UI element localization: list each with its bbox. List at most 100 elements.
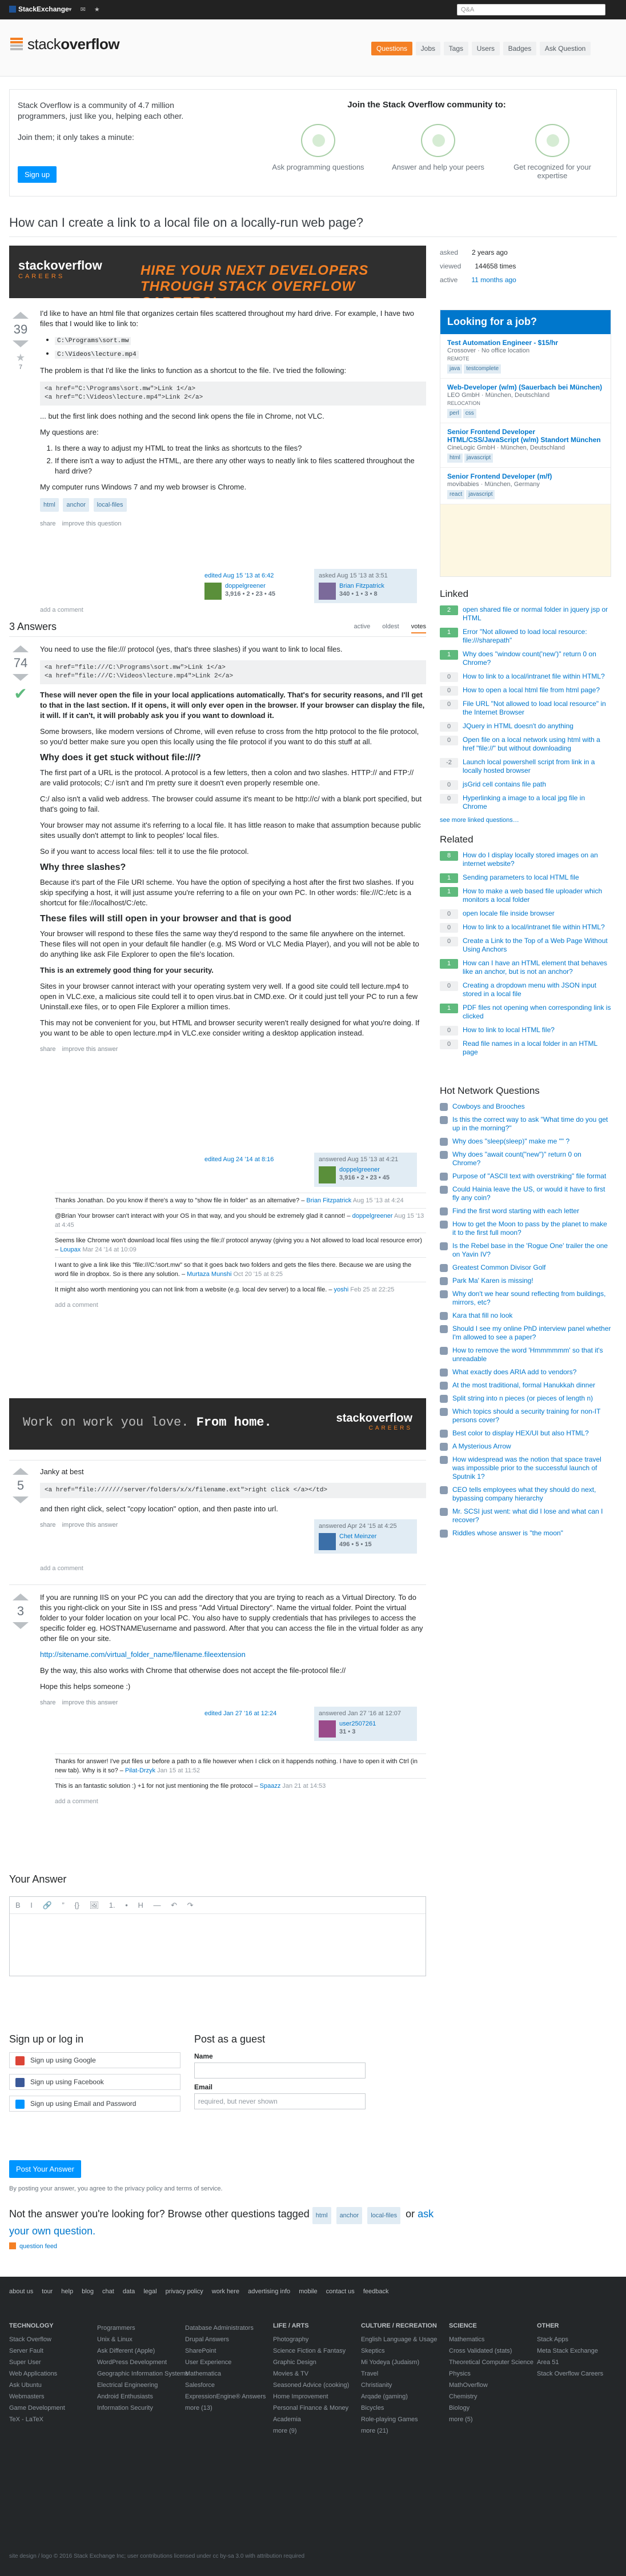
footer-site-link[interactable]: English Language & Usage [361, 2334, 458, 2345]
related-question[interactable]: Create a Link to the Top of a Web Page W… [463, 937, 608, 953]
linked-question[interactable]: jsGrid cell contains file path [463, 780, 546, 788]
footer-link[interactable]: tour [42, 2288, 53, 2295]
footer-link[interactable]: mobile [299, 2288, 317, 2295]
footer-site-link[interactable]: Chemistry [449, 2391, 546, 2402]
comment-user[interactable]: Pilat-Drzyk [125, 1767, 155, 1774]
hot-question-title[interactable]: A Mysterious Arrow [452, 1442, 511, 1450]
hot-question[interactable]: Cowboys and Brooches [440, 1102, 611, 1111]
footer-site-link[interactable]: Bicycles [361, 2402, 458, 2414]
linked-question[interactable]: Hyperlinking a image to a local jpg file… [463, 794, 585, 810]
upvote-icon[interactable] [13, 1468, 29, 1475]
question-feed-link[interactable]: question feed [9, 2242, 57, 2250]
tab-active[interactable]: active [354, 623, 370, 630]
footer-site-link[interactable]: Programmers [97, 2322, 194, 2334]
footer-site-link[interactable]: Cross Validated (stats) [449, 2345, 546, 2357]
name-field[interactable] [194, 2063, 366, 2079]
quote-icon[interactable]: ” [62, 1901, 64, 1909]
tag-html[interactable]: html [312, 2207, 331, 2224]
code-icon[interactable]: {} [74, 1901, 79, 1909]
add-comment-link[interactable]: add a comment [40, 1565, 83, 1572]
job-tag[interactable]: java [447, 364, 463, 374]
avatar[interactable] [319, 1533, 336, 1550]
improve-link[interactable]: improve this answer [62, 1046, 118, 1053]
link-icon[interactable]: 🔗 [43, 1901, 52, 1909]
downvote-icon[interactable] [13, 1622, 29, 1629]
footer-site-link[interactable]: Server Fault [9, 2345, 106, 2357]
see-more-linked[interactable]: see more linked questions… [440, 816, 611, 825]
add-comment-link[interactable]: add a comment [40, 607, 83, 613]
footer-site-link[interactable]: Webmasters [9, 2391, 106, 2402]
hot-question[interactable]: Is this the correct way to ask "What tim… [440, 1116, 611, 1133]
related-item[interactable]: 0 Read file names in a local folder in an… [440, 1040, 611, 1057]
upvote-icon[interactable] [13, 1594, 29, 1600]
hot-question-title[interactable]: Riddles whose answer is "the moon" [452, 1529, 563, 1537]
question-title[interactable]: How can I create a link to a local file … [9, 215, 363, 230]
related-item[interactable]: 0 How to link to a local/intranet file wi… [440, 923, 611, 933]
footer-site-link[interactable]: SharePoint [185, 2345, 282, 2357]
virtual-folder-link[interactable]: http://sitename.com/virtual_folder_name/… [40, 1650, 246, 1659]
hot-question[interactable]: Which topics should a security training … [440, 1407, 611, 1425]
hot-question[interactable]: Split string into n pieces (or pieces of… [440, 1394, 611, 1403]
linked-item[interactable]: 0 How to link to a local/intranet file wi… [440, 672, 611, 682]
upvote-icon[interactable] [13, 645, 29, 652]
footer-site-link[interactable]: Physics [449, 2368, 546, 2380]
comment-user[interactable]: doppelgreener [352, 1213, 393, 1219]
signup-facebook-button[interactable]: Sign up using Facebook [9, 2074, 180, 2090]
related-question[interactable]: open locale file inside browser [463, 909, 555, 917]
email-field[interactable]: required, but never shown [194, 2093, 366, 2109]
footer-link[interactable]: blog [82, 2288, 94, 2295]
comment-user[interactable]: Brian Fitzpatrick [306, 1197, 351, 1204]
improve-link[interactable]: improve this question [62, 520, 122, 527]
footer-site-link[interactable]: Photography [273, 2334, 370, 2345]
footer-site-link[interactable]: Salesforce [185, 2380, 282, 2391]
related-item[interactable]: 1 How to make a web based file uploader w… [440, 887, 611, 904]
bullet-list-icon[interactable]: • [125, 1901, 128, 1909]
hot-question[interactable]: Purpose of "ASCII text with overstriking… [440, 1172, 611, 1181]
footer-site-link[interactable]: Database Administrators [185, 2322, 282, 2334]
share-link[interactable]: share [40, 1522, 56, 1528]
share-link[interactable]: share [40, 1699, 56, 1706]
hot-question-title[interactable]: Park Ma' Karen is missing! [452, 1277, 533, 1285]
nav-jobs[interactable]: Jobs [415, 42, 441, 55]
hot-question[interactable]: Park Ma' Karen is missing! [440, 1277, 611, 1285]
job-tag[interactable]: testcomplete [464, 364, 501, 374]
footer-site-link[interactable]: Mathematica [185, 2368, 282, 2380]
footer-link[interactable]: legal [143, 2288, 156, 2295]
footer-site-link[interactable]: Stack Overflow Careers [537, 2368, 617, 2380]
achievements-icon[interactable]: ★ [94, 6, 100, 13]
related-item[interactable]: 0 How to link to local HTML file? [440, 1026, 611, 1036]
avatar[interactable] [319, 1720, 336, 1738]
hot-question[interactable]: What exactly does ARIA add to vendors? [440, 1368, 611, 1377]
nav-questions[interactable]: Questions [371, 42, 413, 55]
footer-site-link[interactable]: more (21) [361, 2425, 458, 2437]
footer-site-link[interactable]: Drupal Answers [185, 2334, 282, 2345]
tag-anchor[interactable]: anchor [63, 498, 90, 512]
footer-link[interactable]: feedback [363, 2288, 389, 2295]
footer-site-link[interactable]: Area 51 [537, 2357, 617, 2368]
job-title[interactable]: Senior Frontend Developer (m/f) [447, 472, 604, 480]
answer-editor[interactable]: B I 🔗 ” {} 🖼 1. • H ― ↶ ↷ [9, 1896, 426, 1976]
footer-link[interactable]: about us [9, 2288, 33, 2295]
hot-question[interactable]: CEO tells employees what they should do … [440, 1486, 611, 1503]
avatar[interactable] [319, 583, 336, 600]
related-question[interactable]: How to link to a local/intranet file wit… [463, 923, 605, 931]
footer-site-link[interactable]: ExpressionEngine® Answers [185, 2391, 282, 2402]
hot-question[interactable]: Mr. SCSI just went: what did I lose and … [440, 1507, 611, 1524]
hot-question[interactable]: Kara that fill no look [440, 1311, 611, 1320]
image-icon[interactable]: 🖼 [90, 1901, 99, 1909]
signup-email-button[interactable]: Sign up using Email and Password [9, 2096, 180, 2112]
linked-item[interactable]: 0 How to open a local html file from html… [440, 686, 611, 696]
footer-site-link[interactable]: Movies & TV [273, 2368, 370, 2380]
hot-question-title[interactable]: Greatest Common Divisor Golf [452, 1263, 545, 1271]
linked-question[interactable]: Launch local powershell script from link… [463, 758, 595, 775]
footer-site-link[interactable]: User Experience [185, 2357, 282, 2368]
related-question[interactable]: How to link to local HTML file? [463, 1026, 555, 1034]
job-tag[interactable]: react [447, 490, 465, 499]
hot-question-title[interactable]: Could Hainia leave the US, or would it h… [452, 1185, 605, 1202]
hot-question-title[interactable]: Which topics should a security training … [452, 1407, 600, 1424]
hot-question-title[interactable]: What exactly does ARIA add to vendors? [452, 1368, 576, 1376]
related-item[interactable]: 0 Create a Link to the Top of a Web Page … [440, 937, 611, 954]
tag-html[interactable]: html [40, 498, 59, 512]
share-link[interactable]: share [40, 520, 56, 527]
hero-signup-button[interactable]: Sign up [18, 166, 57, 183]
